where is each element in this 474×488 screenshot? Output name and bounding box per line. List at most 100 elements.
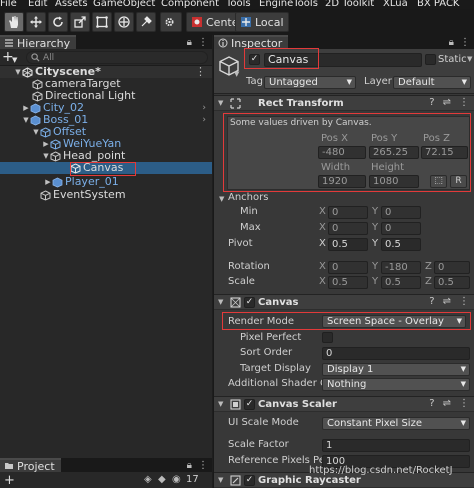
more-options-icon[interactable]: ⋮: [460, 37, 470, 48]
more-options-icon[interactable]: ⋮: [459, 97, 469, 108]
lock-icon[interactable]: 🔒︎: [187, 460, 192, 471]
pivot-x-field[interactable]: 0.5: [328, 238, 368, 251]
tree-row-canvas[interactable]: Canvas: [0, 162, 212, 174]
render-mode-dropdown[interactable]: Screen Space - Overlay ▼: [322, 315, 466, 328]
anchor-max-y-field[interactable]: 0: [381, 222, 421, 235]
canvas-component-header[interactable]: ▼ ✓ Canvas ? ⇌ ⋮: [214, 294, 474, 310]
visibility-icon[interactable]: ◉: [172, 474, 181, 485]
fold-arrow-icon[interactable]: ▶: [42, 138, 50, 150]
more-options-icon[interactable]: ⋮: [459, 398, 469, 409]
transform-tool-button[interactable]: [114, 12, 134, 32]
create-button[interactable]: +: [4, 473, 15, 488]
pos-x-field[interactable]: -480: [318, 146, 366, 159]
scale-factor-field[interactable]: 1: [322, 439, 470, 452]
graphic-raycaster-enabled-checkbox[interactable]: ✓: [244, 475, 255, 486]
menu-bx-pack[interactable]: BX PACK: [417, 0, 460, 9]
pos-z-field[interactable]: 72.15: [421, 146, 468, 159]
lock-icon[interactable]: 🔒︎: [187, 37, 192, 48]
menu-gameobject[interactable]: GameObject: [93, 0, 155, 9]
rotation-x-field[interactable]: 0: [328, 261, 368, 274]
canvas-scaler-enabled-checkbox[interactable]: ✓: [244, 399, 255, 410]
fold-arrow-icon[interactable]: ▼: [218, 400, 223, 408]
fold-arrow-icon[interactable]: ▼: [42, 150, 50, 162]
menu-2d-toolkit[interactable]: 2D Toolkit: [325, 0, 374, 9]
layer-dropdown[interactable]: Default ▼: [393, 76, 471, 89]
fold-arrow-icon[interactable]: ▼: [219, 195, 224, 203]
more-options-icon[interactable]: ⋮: [198, 460, 208, 471]
help-icon[interactable]: ?: [429, 398, 434, 409]
fold-arrow-icon[interactable]: ▼: [14, 66, 22, 78]
fold-arrow-icon[interactable]: ▼: [22, 114, 30, 126]
target-display-dropdown[interactable]: Display 1 ▼: [322, 363, 470, 376]
raw-edit-button[interactable]: R: [450, 175, 467, 188]
static-checkbox[interactable]: [425, 54, 436, 65]
fold-arrow-icon[interactable]: ▼: [218, 298, 223, 306]
pivot-y-field[interactable]: 0.5: [381, 238, 421, 251]
chevron-down-icon[interactable]: ▼: [234, 70, 239, 78]
tag-icon[interactable]: ◆: [158, 474, 166, 485]
menu-enginetools[interactable]: EngineTools: [259, 0, 318, 9]
preset-icon[interactable]: ⇌: [443, 296, 451, 307]
pos-y-field[interactable]: 265.25: [369, 146, 419, 159]
menu-tools[interactable]: Tools: [226, 0, 251, 9]
fold-arrow-icon[interactable]: ▼: [218, 476, 223, 484]
create-button[interactable]: + ▼: [2, 50, 20, 64]
tree-row-eventsystem[interactable]: EventSystem: [0, 189, 212, 201]
preset-icon[interactable]: ⇌: [443, 398, 451, 409]
custom-tool-button[interactable]: [136, 12, 156, 32]
tree-row-player-01[interactable]: ▶ Player_01: [0, 176, 212, 188]
active-checkbox[interactable]: ✓: [249, 54, 260, 65]
rotation-z-field[interactable]: 0: [434, 261, 470, 274]
anchor-min-x-field[interactable]: 0: [328, 206, 368, 219]
width-field[interactable]: 1920: [318, 175, 366, 188]
tool-settings-button[interactable]: [160, 12, 182, 32]
menu-component[interactable]: Component: [161, 0, 219, 9]
tree-row-city-02[interactable]: ▶ City_02 ›: [0, 102, 212, 114]
menu-assets[interactable]: Assets: [55, 0, 88, 9]
pixel-perfect-checkbox[interactable]: [322, 332, 333, 343]
tree-row-directional-light[interactable]: Directional Light: [0, 90, 212, 102]
chevron-down-icon[interactable]: ▼: [467, 55, 472, 63]
lock-icon[interactable]: 🔒︎: [449, 37, 454, 48]
ui-scale-mode-dropdown[interactable]: Constant Pixel Size ▼: [322, 417, 470, 430]
scale-x-field[interactable]: 0.5: [328, 276, 368, 289]
fold-arrow-icon[interactable]: ▶: [22, 102, 30, 114]
scale-tool-button[interactable]: [70, 12, 90, 32]
hierarchy-search-input[interactable]: All: [26, 51, 208, 64]
canvas-scaler-header[interactable]: ▼ ✓ Canvas Scaler ? ⇌ ⋮: [214, 396, 474, 412]
chevron-right-icon[interactable]: ›: [202, 114, 206, 126]
scale-z-field[interactable]: 0.5: [434, 276, 470, 289]
filter-icon[interactable]: ◈: [144, 474, 152, 485]
more-options-icon[interactable]: ⋮: [195, 66, 206, 78]
tree-row-boss-01[interactable]: ▼ Boss_01 ›: [0, 114, 212, 126]
menu-file[interactable]: File: [0, 0, 17, 9]
blueprint-mode-button[interactable]: ⬚: [430, 175, 447, 188]
object-name-field[interactable]: Canvas: [264, 53, 422, 67]
tab-hierarchy[interactable]: Hierarchy: [0, 35, 77, 50]
rect-transform-header[interactable]: ▼ Rect Transform ? ⇌ ⋮: [214, 95, 474, 111]
height-field[interactable]: 1080: [369, 175, 419, 188]
menu-edit[interactable]: Edit: [28, 0, 47, 9]
preset-icon[interactable]: ⇌: [443, 97, 451, 108]
tab-inspector[interactable]: Inspector: [214, 35, 289, 50]
menu-xlua[interactable]: XLua: [383, 0, 408, 9]
help-icon[interactable]: ?: [429, 296, 434, 307]
more-options-icon[interactable]: ⋮: [198, 37, 208, 48]
canvas-enabled-checkbox[interactable]: ✓: [244, 297, 255, 308]
hand-tool-button[interactable]: [4, 12, 24, 32]
scale-y-field[interactable]: 0.5: [381, 276, 421, 289]
fold-arrow-icon[interactable]: ▼: [32, 126, 40, 138]
rotate-tool-button[interactable]: [48, 12, 68, 32]
tab-project[interactable]: Project: [0, 458, 61, 473]
more-options-icon[interactable]: ⋮: [459, 296, 469, 307]
anchor-max-x-field[interactable]: 0: [328, 222, 368, 235]
sort-order-field[interactable]: 0: [322, 347, 470, 360]
pivot-local-toggle[interactable]: Local: [235, 12, 289, 32]
tag-dropdown[interactable]: Untagged ▼: [264, 76, 356, 89]
rotation-y-field[interactable]: -180: [381, 261, 421, 274]
anchor-min-y-field[interactable]: 0: [381, 206, 421, 219]
help-icon[interactable]: ?: [429, 97, 434, 108]
move-tool-button[interactable]: [26, 12, 46, 32]
chevron-right-icon[interactable]: ›: [202, 102, 206, 114]
fold-arrow-icon[interactable]: ▶: [44, 176, 52, 188]
